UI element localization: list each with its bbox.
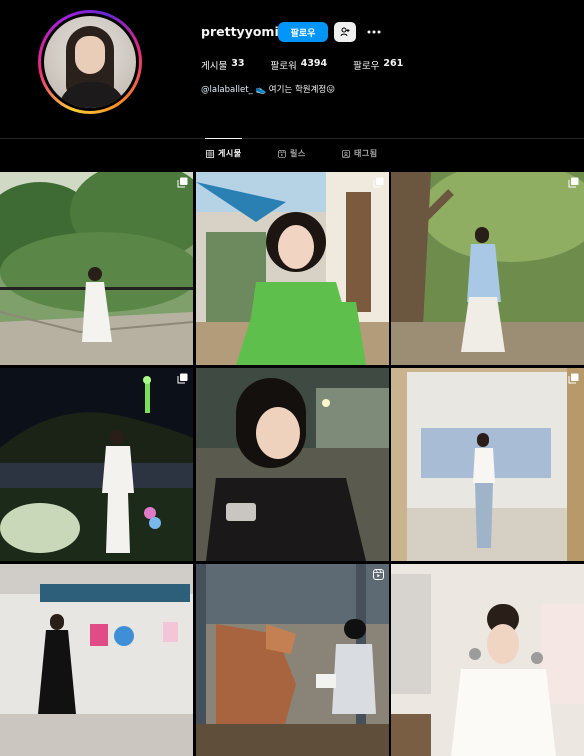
post-thumbnail[interactable] xyxy=(196,564,389,756)
posts-count: 게시물 33 xyxy=(201,58,245,72)
post-thumbnail[interactable] xyxy=(0,172,193,365)
profile-stats: 게시물 33 팔로워 4394 팔로우 261 xyxy=(201,58,429,72)
tab-tagged[interactable]: 태그됨 xyxy=(342,148,378,159)
post-thumbnail[interactable] xyxy=(391,564,584,756)
active-tab-indicator xyxy=(205,138,242,139)
post-image xyxy=(0,368,193,561)
bio-text: 여기는 학원계정 xyxy=(268,85,327,95)
reels-icon xyxy=(278,149,286,158)
tab-reels[interactable]: 릴스 xyxy=(278,148,306,159)
following-count[interactable]: 팔로우 261 xyxy=(353,58,403,72)
post-thumbnail[interactable] xyxy=(196,172,389,365)
profile-header: prettyyomi 팔로우 게시물 33 팔로워 4394 팔로우 261 @ xyxy=(0,0,584,138)
post-image xyxy=(391,564,584,756)
more-horizontal-icon xyxy=(367,30,381,34)
tagged-icon xyxy=(342,149,350,158)
multi-photo-icon xyxy=(568,177,579,188)
post-image xyxy=(196,172,389,365)
post-thumbnail[interactable] xyxy=(0,564,193,756)
tabs-divider xyxy=(0,138,584,139)
bio-emoji: 😛 xyxy=(326,85,336,95)
add-person-icon xyxy=(340,27,350,37)
post-thumbnail[interactable] xyxy=(391,368,584,561)
story-ring[interactable] xyxy=(38,10,142,114)
follow-button[interactable]: 팔로우 xyxy=(278,22,328,42)
multi-photo-icon xyxy=(177,373,188,384)
reels-icon xyxy=(373,569,384,580)
profile-bio: @lalaballet_ 👟 여기는 학원계정😛 xyxy=(201,83,335,95)
suggested-accounts-button[interactable] xyxy=(334,22,356,42)
followers-count[interactable]: 팔로워 4394 xyxy=(270,58,327,72)
tab-posts[interactable]: 게시물 xyxy=(206,148,242,159)
avatar[interactable] xyxy=(44,16,136,108)
post-image xyxy=(391,172,584,365)
profile-tabs: 게시물 릴스 태그됨 xyxy=(0,148,584,162)
more-options-button[interactable] xyxy=(365,22,383,42)
multi-photo-icon xyxy=(177,177,188,188)
post-image xyxy=(0,564,193,756)
post-image xyxy=(196,368,389,561)
post-image xyxy=(391,368,584,561)
post-thumbnail[interactable] xyxy=(0,368,193,561)
post-image xyxy=(196,564,389,756)
post-thumbnail[interactable] xyxy=(391,172,584,365)
grid-icon xyxy=(206,149,214,158)
bio-mention-link[interactable]: @lalaballet_ xyxy=(201,85,253,95)
profile-username[interactable]: prettyyomi xyxy=(201,24,279,39)
multi-photo-icon xyxy=(568,373,579,384)
bio-emoji: 👟 xyxy=(255,85,267,95)
multi-photo-icon xyxy=(373,177,384,188)
post-image xyxy=(0,172,193,365)
post-thumbnail[interactable] xyxy=(196,368,389,561)
